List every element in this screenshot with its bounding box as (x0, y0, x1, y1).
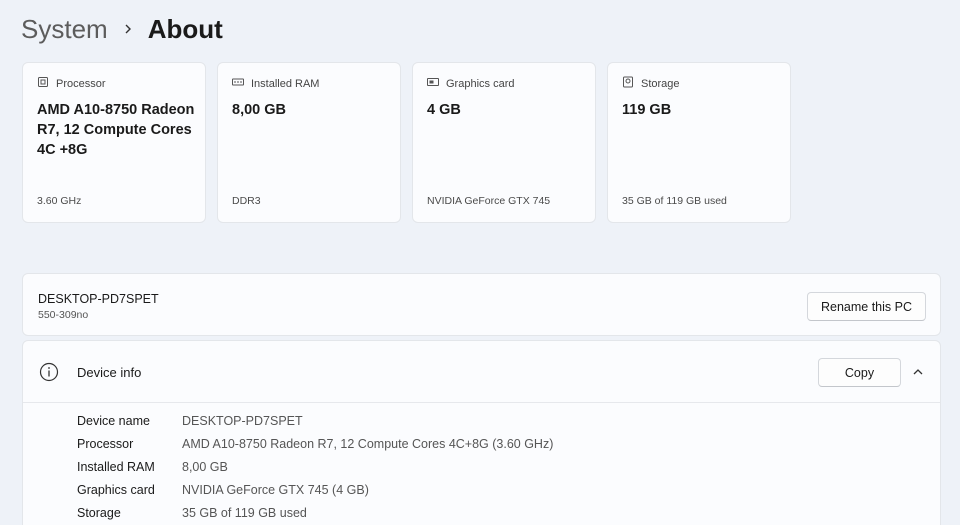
ram-card: Installed RAM 8,00 GB DDR3 (217, 62, 401, 223)
graphics-card-card: Graphics card 4 GB NVIDIA GeForce GTX 74… (412, 62, 596, 223)
card-value: 4 GB (427, 102, 461, 118)
spec-row-processor: Processor AMD A10-8750 Radeon R7, 12 Com… (77, 434, 553, 454)
spec-label: Device name (77, 414, 150, 428)
spec-label: Storage (77, 506, 121, 520)
breadcrumb-system[interactable]: System (21, 14, 108, 45)
device-info-title: Device info (77, 365, 142, 380)
spec-value: NVIDIA GeForce GTX 745 (4 GB) (182, 483, 369, 497)
breadcrumb: System About (21, 12, 223, 46)
spec-label: Installed RAM (77, 460, 155, 474)
pc-model: 550-309no (38, 309, 89, 321)
spec-label: Processor (77, 437, 134, 451)
pc-name: DESKTOP-PD7SPET (38, 292, 159, 306)
chevron-up-icon[interactable] (911, 365, 925, 379)
card-title: Graphics card (446, 77, 515, 90)
spec-label: Graphics card (77, 483, 155, 497)
spec-value: DESKTOP-PD7SPET (182, 414, 303, 428)
card-subtext: 3.60 GHz (37, 195, 82, 207)
device-info-section: Device info Copy Device name DESKTOP-PD7… (22, 340, 941, 525)
card-value: 8,00 GB (232, 102, 286, 118)
device-info-header[interactable]: Device info Copy (23, 341, 940, 403)
storage-card: Storage 119 GB 35 GB of 119 GB used (607, 62, 791, 223)
card-value: AMD A10-8750 Radeon R7, 12 Compute Cores… (37, 102, 195, 158)
spec-row-installed-ram: Installed RAM 8,00 GB (77, 457, 228, 477)
graphics-card-icon (427, 76, 439, 91)
processor-icon (37, 76, 49, 91)
copy-button[interactable]: Copy (818, 358, 901, 387)
page-title: About (147, 13, 223, 44)
card-title: Installed RAM (251, 77, 320, 90)
spec-value: 8,00 GB (182, 460, 228, 474)
card-title: Processor (56, 77, 106, 90)
card-subtext: DDR3 (232, 195, 261, 207)
info-icon (39, 362, 59, 382)
pc-name-panel: DESKTOP-PD7SPET 550-309no Rename this PC (22, 273, 941, 336)
spec-value: AMD A10-8750 Radeon R7, 12 Compute Cores… (182, 437, 554, 451)
ram-icon (232, 76, 244, 91)
card-value: 119 GB (622, 102, 672, 118)
spec-value: 35 GB of 119 GB used (182, 506, 307, 520)
rename-pc-button[interactable]: Rename this PC (807, 292, 926, 321)
card-title: Storage (641, 77, 680, 90)
card-subtext: NVIDIA GeForce GTX 745 (427, 195, 551, 207)
about-page: System About Processor AMD A10-8750 Rade… (0, 0, 960, 525)
spec-row-storage: Storage 35 GB of 119 GB used (77, 503, 307, 523)
chevron-right-icon (108, 23, 148, 35)
storage-icon (622, 76, 634, 91)
spec-row-graphics-card: Graphics card NVIDIA GeForce GTX 745 (4 … (77, 480, 369, 500)
spec-row-device-name: Device name DESKTOP-PD7SPET (77, 411, 303, 431)
card-subtext: 35 GB of 119 GB used (622, 195, 727, 207)
processor-card: Processor AMD A10-8750 Radeon R7, 12 Com… (22, 62, 206, 223)
